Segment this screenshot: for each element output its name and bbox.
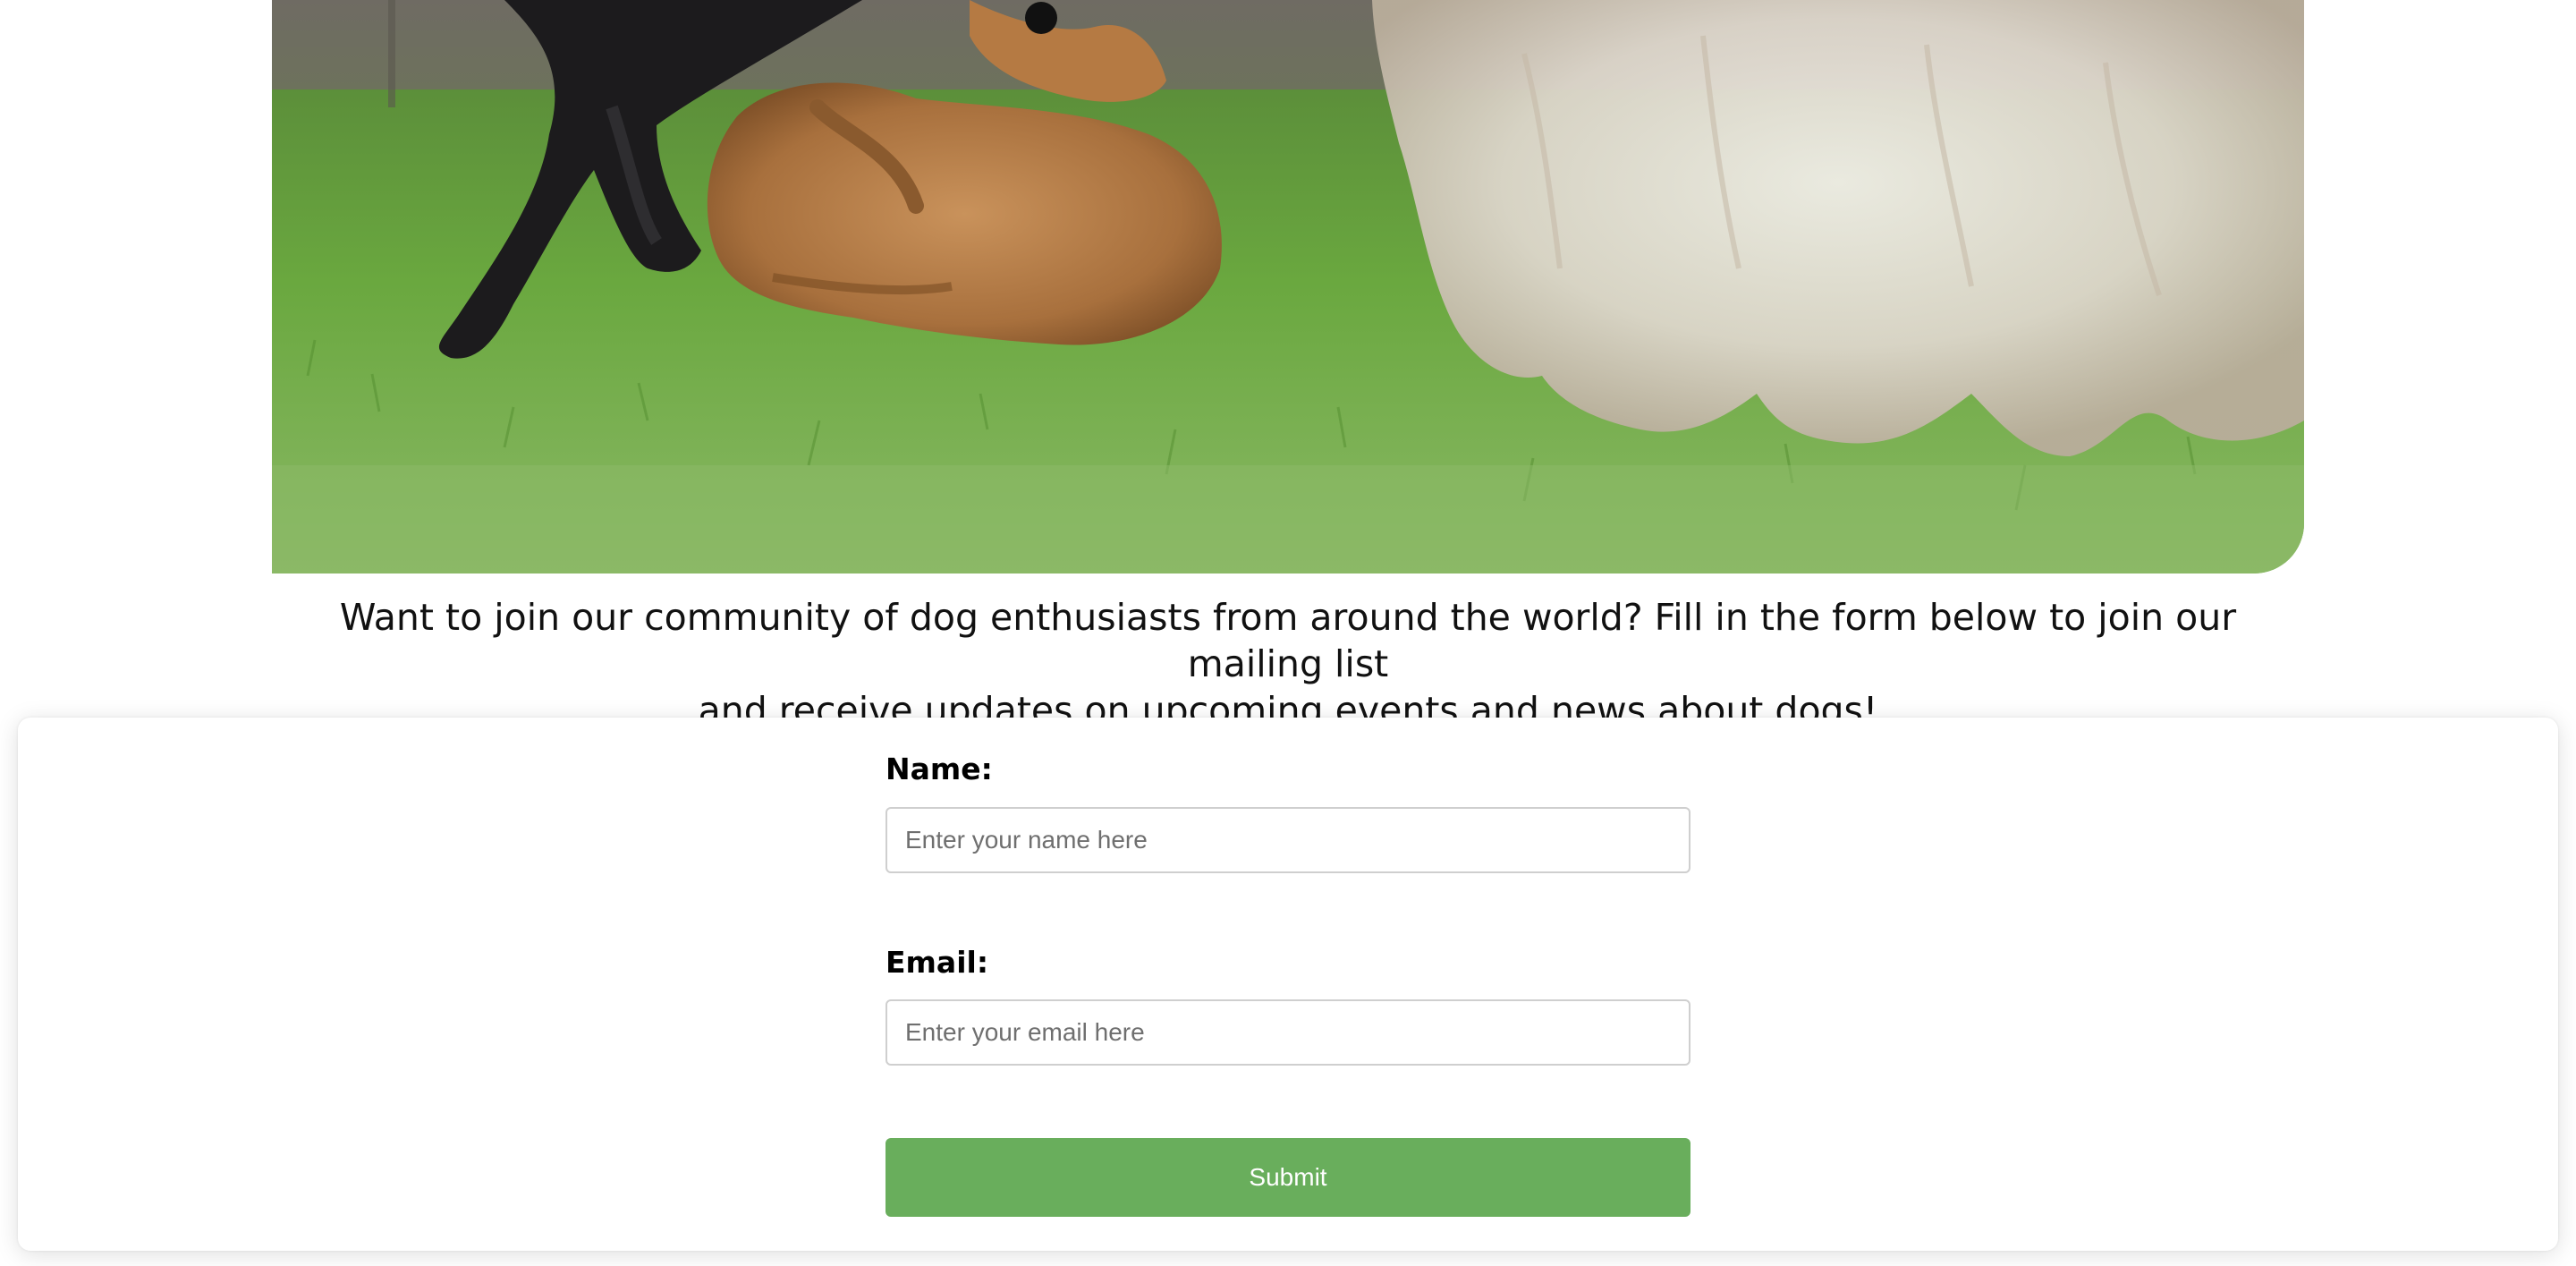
- name-input[interactable]: [886, 807, 1690, 873]
- submit-button[interactable]: Submit: [886, 1138, 1690, 1217]
- intro-text: Want to join our community of dog enthus…: [272, 594, 2304, 734]
- page: Want to join our community of dog enthus…: [0, 0, 2576, 1266]
- hero-image: [272, 0, 2304, 574]
- dogs-on-grass-illustration: [272, 0, 2304, 574]
- email-label: Email:: [886, 945, 989, 980]
- name-label: Name:: [886, 752, 993, 786]
- intro-line-1: Want to join our community of dog enthus…: [339, 596, 2237, 685]
- email-input[interactable]: [886, 999, 1690, 1066]
